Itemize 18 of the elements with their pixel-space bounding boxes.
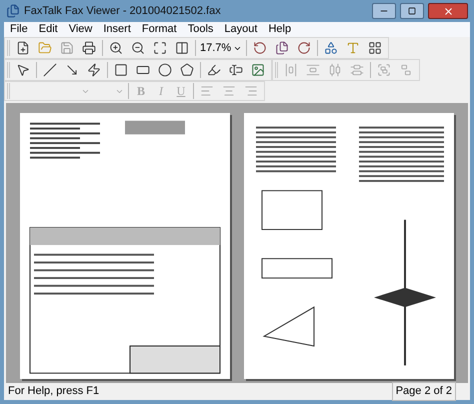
menu-item[interactable]: Help xyxy=(268,21,292,38)
menu-item[interactable]: Layout xyxy=(224,21,258,38)
window-title: FaxTalk Fax Viewer - 201004021502.fax xyxy=(24,4,222,19)
menu-item[interactable]: View xyxy=(68,21,92,38)
close-icon xyxy=(442,6,454,16)
menu-item[interactable]: Format xyxy=(142,21,177,38)
menu-item[interactable]: File xyxy=(10,21,28,38)
status-text: For Help, press F1 xyxy=(8,384,100,400)
menu-item[interactable]: Insert xyxy=(103,21,131,38)
menu-item[interactable]: Edit xyxy=(38,21,58,38)
close-button[interactable] xyxy=(428,3,468,19)
maximize-button[interactable] xyxy=(400,3,424,19)
zoom-dropdown[interactable]: 17.7% xyxy=(198,39,244,57)
page-indicator: Page 2 of 2 xyxy=(392,382,456,401)
app-icon xyxy=(6,4,20,18)
menu-item[interactable]: Tools xyxy=(188,21,214,38)
maximize-icon xyxy=(408,7,416,15)
minimize-button[interactable] xyxy=(372,3,396,19)
